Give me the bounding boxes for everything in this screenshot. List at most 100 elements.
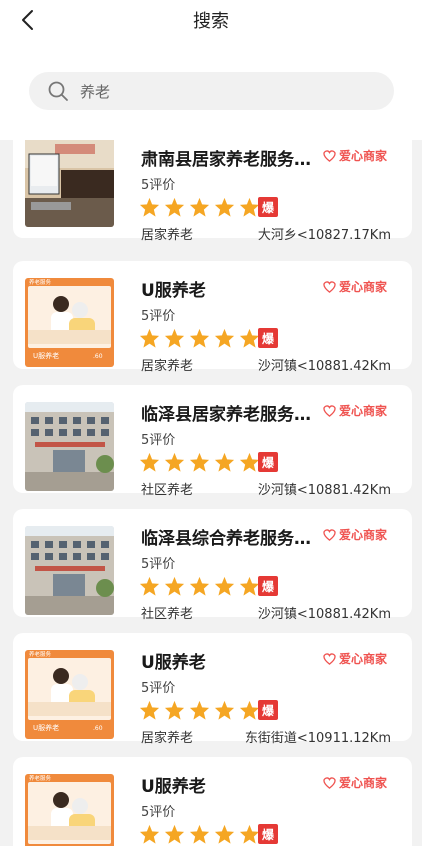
merchant-badge: 爱心商家 (323, 774, 387, 791)
top-bar: 搜索 (0, 0, 422, 140)
star-icon (214, 700, 235, 720)
star-rating (139, 197, 264, 217)
listing-card[interactable]: 养老服务U服养老.60U服养老爱心商家5评价爆居家养老洪水镇<10947.56K… (13, 757, 412, 846)
hot-badge: 爆 (258, 452, 278, 472)
merchant-badge: 爱心商家 (323, 278, 387, 295)
star-icon (239, 824, 260, 844)
star-icon (139, 452, 160, 472)
star-icon (189, 700, 210, 720)
rating-count: 5评价 (141, 178, 176, 193)
star-icon (164, 700, 185, 720)
svg-text:养老服务: 养老服务 (29, 278, 52, 286)
heart-icon (323, 652, 336, 665)
listing-thumbnail[interactable]: 养老服务U服养老.60 (25, 650, 114, 739)
star-icon (139, 700, 160, 720)
star-icon (214, 197, 235, 217)
star-icon (139, 576, 160, 596)
star-icon (214, 576, 235, 596)
rating-count: 5评价 (141, 309, 176, 324)
listing-card[interactable]: 临泽县综合养老服务… 爱心商家 5评价爆社区养老 沙河镇<10881.42Km (13, 509, 412, 622)
star-icon (214, 452, 235, 472)
search-bar[interactable] (29, 72, 394, 110)
listing-name: U服养老 (141, 281, 206, 301)
listing-card[interactable]: 临泽县居家养老服务… 爱心商家 5评价爆社区养老 沙河镇<10881.42Km (13, 385, 412, 498)
hot-badge: 爆 (258, 328, 278, 348)
listing-distance: 东街街道<10911.12Km (244, 731, 391, 746)
star-rating (139, 824, 264, 844)
heart-icon (323, 528, 336, 541)
listing-category: 居家养老 (141, 731, 194, 746)
star-icon (189, 576, 210, 596)
star-icon (189, 197, 210, 217)
listing-name: 临泽县居家养老服务… (141, 405, 311, 425)
listing-name: U服养老 (141, 653, 206, 673)
star-icon (164, 197, 185, 217)
listing-distance: 沙河镇<10881.42Km (257, 359, 391, 374)
star-rating (139, 700, 264, 720)
heart-icon (323, 776, 336, 789)
listing-category: 社区养老 (141, 607, 194, 622)
heart-icon (323, 404, 336, 417)
star-icon (164, 576, 185, 596)
listing-thumbnail[interactable] (25, 402, 114, 491)
svg-text:养老服务: 养老服务 (29, 774, 52, 782)
star-icon (214, 328, 235, 348)
listing-name: 肃南县居家养老服务… (141, 150, 311, 170)
merchant-badge: 爱心商家 (323, 650, 387, 667)
listing-thumbnail[interactable] (25, 138, 114, 227)
star-icon (139, 197, 160, 217)
merchant-badge: 爱心商家 (323, 402, 387, 419)
star-icon (239, 197, 260, 217)
listing-category: 居家养老 (141, 359, 194, 374)
page-title: 搜索 (193, 11, 229, 32)
star-icon (214, 824, 235, 844)
star-icon (139, 824, 160, 844)
star-icon (239, 700, 260, 720)
listing-card[interactable]: 养老服务 U服养老 .60 U服养老 爱心商家 5评价爆居家养老 沙河镇<10881.42K… (13, 261, 412, 374)
listing-thumbnail[interactable]: 养老服务 U服养老 .60 (25, 278, 114, 367)
hot-badge: 爆 (258, 576, 278, 596)
star-icon (164, 452, 185, 472)
listing-category: 居家养老 (141, 228, 194, 243)
star-icon (164, 824, 185, 844)
listing-distance: 沙河镇<10881.42Km (257, 483, 391, 498)
svg-text:.60: .60 (93, 725, 103, 732)
hot-badge: 爆 (258, 197, 278, 217)
rating-count: 5评价 (141, 557, 176, 572)
rating-count: 5评价 (141, 433, 176, 448)
star-icon (139, 328, 160, 348)
merchant-badge-label: 爱心商家 (339, 652, 388, 666)
merchant-badge: 爱心商家 (323, 526, 387, 543)
merchant-badge-label: 爱心商家 (339, 149, 388, 163)
heart-icon (323, 149, 336, 162)
svg-text:.60: .60 (93, 353, 103, 360)
svg-text:养老服务: 养老服务 (29, 650, 52, 658)
listing-distance: 大河乡<10827.17Km (257, 228, 391, 243)
star-icon (189, 824, 210, 844)
search-input[interactable] (80, 82, 360, 100)
hot-badge: 爆 (258, 824, 278, 844)
listing-thumbnail[interactable] (25, 526, 114, 615)
listing-category: 社区养老 (141, 483, 194, 498)
star-rating (139, 576, 264, 596)
listing-card[interactable]: 肃南县居家养老服务… 爱心商家 5评价爆居家养老 大河乡<10827.17Km (13, 130, 412, 243)
listing-name: U服养老 (141, 777, 206, 797)
star-icon (189, 328, 210, 348)
merchant-badge: 爱心商家 (323, 147, 387, 164)
hot-badge: 爆 (258, 700, 278, 720)
merchant-badge-label: 爱心商家 (339, 776, 388, 790)
rating-count: 5评价 (141, 681, 176, 696)
star-rating (139, 328, 264, 348)
listing-name: 临泽县综合养老服务… (141, 529, 311, 549)
star-rating (139, 452, 264, 472)
search-icon (47, 80, 69, 102)
listing-thumbnail[interactable]: 养老服务U服养老.60 (25, 774, 114, 846)
listing-distance: 沙河镇<10881.42Km (257, 607, 391, 622)
merchant-badge-label: 爱心商家 (339, 280, 388, 294)
star-icon (239, 328, 260, 348)
star-icon (164, 328, 185, 348)
merchant-badge-label: 爱心商家 (339, 404, 388, 418)
listing-card[interactable]: 养老服务 U服养老 .60 U服养老 爱心商家 5评价爆居家养老 东街街道<10911.12… (13, 633, 412, 746)
merchant-badge-label: 爱心商家 (339, 528, 388, 542)
svg-text:U服养老: U服养老 (33, 351, 59, 360)
